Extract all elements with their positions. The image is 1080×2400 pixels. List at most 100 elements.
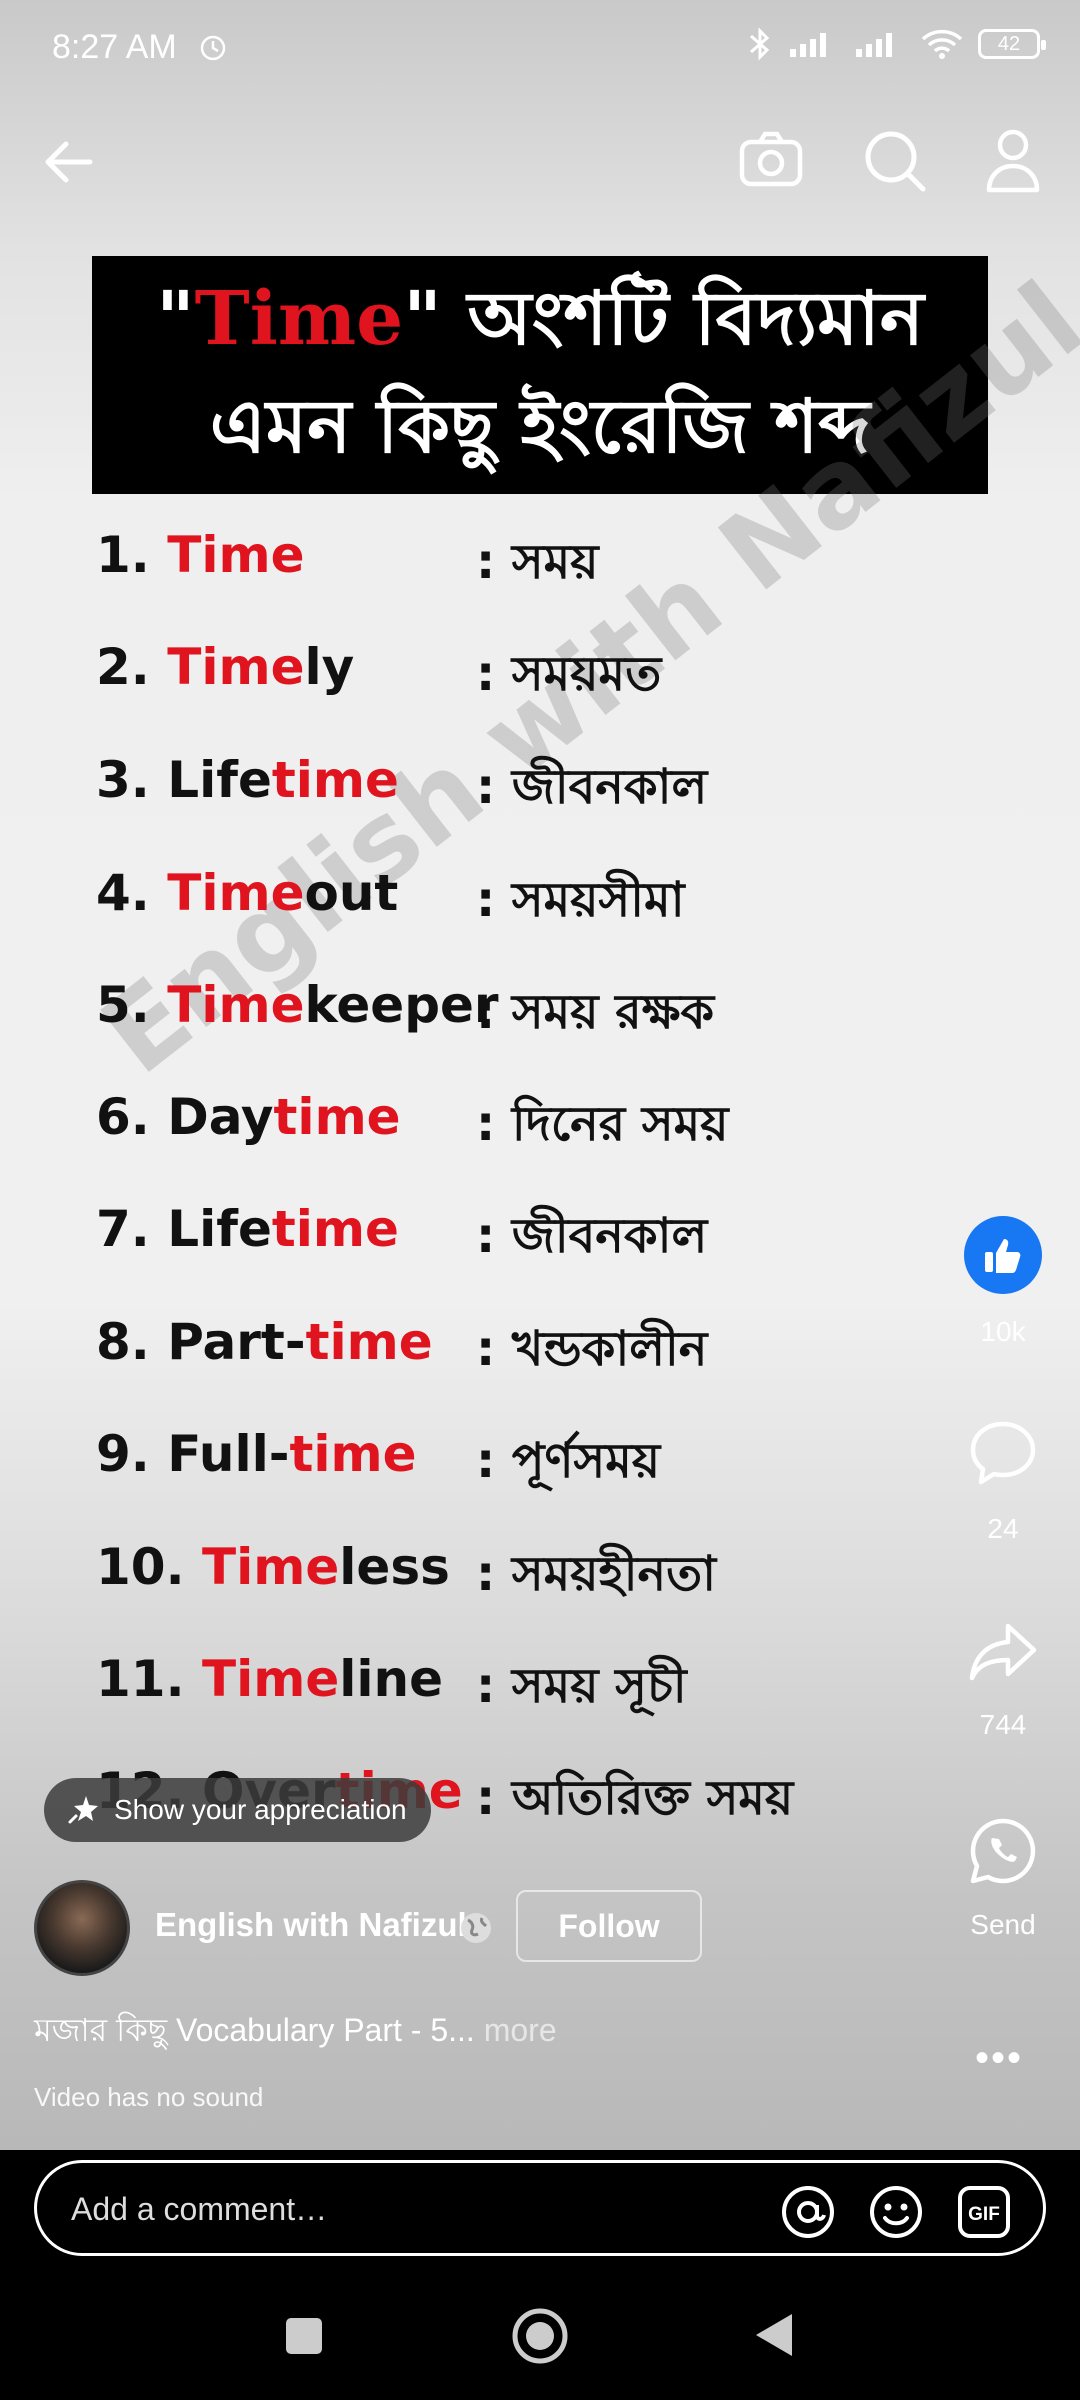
word-number: 6. [96, 1088, 150, 1146]
caption-more-link[interactable]: more [484, 2012, 557, 2048]
home-icon[interactable] [510, 2306, 570, 2366]
word-row: 5. Timekeeper [96, 976, 499, 1056]
word-number: 5. [96, 976, 150, 1034]
comment-input[interactable]: Add a comment… GIF [34, 2160, 1046, 2256]
word-row: 7. Lifetime [96, 1200, 399, 1280]
channel-avatar[interactable] [34, 1880, 130, 1976]
status-bar: 8:27 AM 42 [0, 0, 1080, 100]
word-meaning: : সময়সীমা [476, 872, 685, 928]
more-icon[interactable]: ••• [975, 2036, 1023, 2081]
word-row: 2. Timely [96, 638, 354, 718]
comment-placeholder: Add a comment… [71, 2191, 328, 2227]
back-nav-icon[interactable] [752, 2310, 796, 2360]
word-number: 3. [96, 751, 150, 809]
search-icon[interactable] [862, 128, 928, 194]
word-number: 2. [96, 638, 150, 696]
word-pre: Part- [167, 1313, 306, 1371]
no-sound-notice: Video has no sound [34, 2082, 264, 2112]
word-meaning: : পূর্ণসময় [476, 1433, 661, 1489]
word-row: 9. Full-time [96, 1425, 417, 1505]
post-caption[interactable]: মজার কিছু Vocabulary Part - 5... more [34, 2005, 557, 2059]
send-label: Send [970, 1909, 1036, 1940]
camera-icon[interactable] [738, 128, 804, 190]
bluetooth-icon [750, 27, 770, 61]
signal-2-icon [856, 33, 892, 57]
like-count: 10k [980, 1316, 1026, 1347]
word-post: line [339, 1650, 444, 1708]
word-number: 7. [96, 1200, 150, 1258]
comment-count: 24 [987, 1513, 1019, 1544]
word-meaning: : সময়হীনতা [476, 1546, 717, 1602]
word-post: ly [304, 638, 355, 696]
word-pre: Day [167, 1088, 274, 1146]
word-number: 4. [96, 864, 150, 922]
word-post: less [339, 1538, 450, 1596]
wifi-icon [921, 29, 963, 59]
comment-button[interactable]: 24 [960, 1418, 1046, 1545]
signal-icon [790, 33, 826, 57]
word-pre: Life [167, 751, 272, 809]
word-row: 6. Daytime [96, 1088, 401, 1168]
word-post: keeper [304, 976, 499, 1034]
follow-button[interactable]: Follow [516, 1890, 702, 1962]
word-pre: Life [167, 1200, 272, 1258]
word-number: 9. [96, 1425, 150, 1483]
word-highlight: Time [167, 526, 305, 584]
word-highlight: Time [167, 976, 305, 1034]
word-highlight: Time [167, 638, 305, 696]
like-button[interactable]: 10k [960, 1216, 1046, 1348]
word-number: 10. [96, 1538, 185, 1596]
alarm-icon [200, 35, 226, 61]
whatsapp-send-button[interactable]: Send [960, 1816, 1046, 1941]
word-row: 11. Timeline [96, 1650, 443, 1730]
word-highlight: Time [202, 1538, 340, 1596]
svg-text:GIF: GIF [968, 2204, 1000, 2225]
word-highlight: time [273, 1088, 401, 1146]
back-arrow-icon[interactable] [38, 132, 98, 192]
mention-icon[interactable] [781, 2185, 835, 2239]
status-time: 8:27 AM [52, 28, 177, 66]
word-meaning: : জীবনকাল [476, 759, 708, 815]
word-post: out [304, 864, 399, 922]
gif-icon[interactable]: GIF [957, 2185, 1011, 2239]
word-row: 1. Time [96, 526, 304, 606]
word-number: 8. [96, 1313, 150, 1371]
profile-icon[interactable] [984, 128, 1042, 194]
word-row: 4. Timeout [96, 864, 398, 944]
word-number: 1. [96, 526, 150, 584]
banner-line-1: "Time" অংশটি বিদ্যমান [92, 274, 988, 364]
system-nav-bar [0, 2270, 1080, 2400]
channel-name[interactable]: English with Nafizul [155, 1906, 467, 1944]
word-row: 8. Part-time [96, 1313, 433, 1393]
word-highlight: time [271, 751, 399, 809]
word-meaning: : সময় [476, 534, 599, 590]
like-icon [964, 1216, 1042, 1294]
share-count: 744 [979, 1709, 1027, 1740]
word-meaning: : অতিরিক্ত সময় [476, 1770, 794, 1826]
share-button[interactable]: 744 [960, 1620, 1046, 1741]
word-highlight: time [305, 1313, 433, 1371]
emoji-icon[interactable] [869, 2185, 923, 2239]
word-highlight: Time [202, 1650, 340, 1708]
word-meaning: : জীবনকাল [476, 1208, 708, 1264]
globe-icon [461, 1913, 491, 1943]
banner-quote: " [156, 276, 195, 362]
word-row: 3. Lifetime [96, 751, 399, 831]
recents-icon[interactable] [284, 2316, 324, 2356]
word-meaning: : খন্ডকালীন [476, 1321, 708, 1377]
appreciation-label: Show your appreciation [114, 1794, 407, 1825]
banner-highlight: Time [194, 276, 404, 362]
word-meaning: : সময়মত [476, 646, 662, 702]
battery-indicator: 42 [978, 29, 1046, 59]
word-highlight: time [271, 1200, 399, 1258]
word-meaning: : দিনের সময় [476, 1096, 729, 1152]
show-appreciation-button[interactable]: Show your appreciation [44, 1778, 431, 1842]
word-row: 10. Timeless [96, 1538, 450, 1618]
word-pre: Full- [167, 1425, 290, 1483]
word-meaning: : সময় সূচী [476, 1658, 687, 1714]
video-reel[interactable]: 8:27 AM 42 "Time" অংশটি বিদ্যমান এমন কিছ… [0, 0, 1080, 2150]
word-meaning: : সময় রক্ষক [476, 984, 715, 1040]
share-icon [969, 1623, 1037, 1681]
caption-text: মজার কিছু Vocabulary Part - 5... [34, 2012, 475, 2048]
banner-line1-rest: " অংশটি বিদ্যমান [403, 276, 924, 362]
